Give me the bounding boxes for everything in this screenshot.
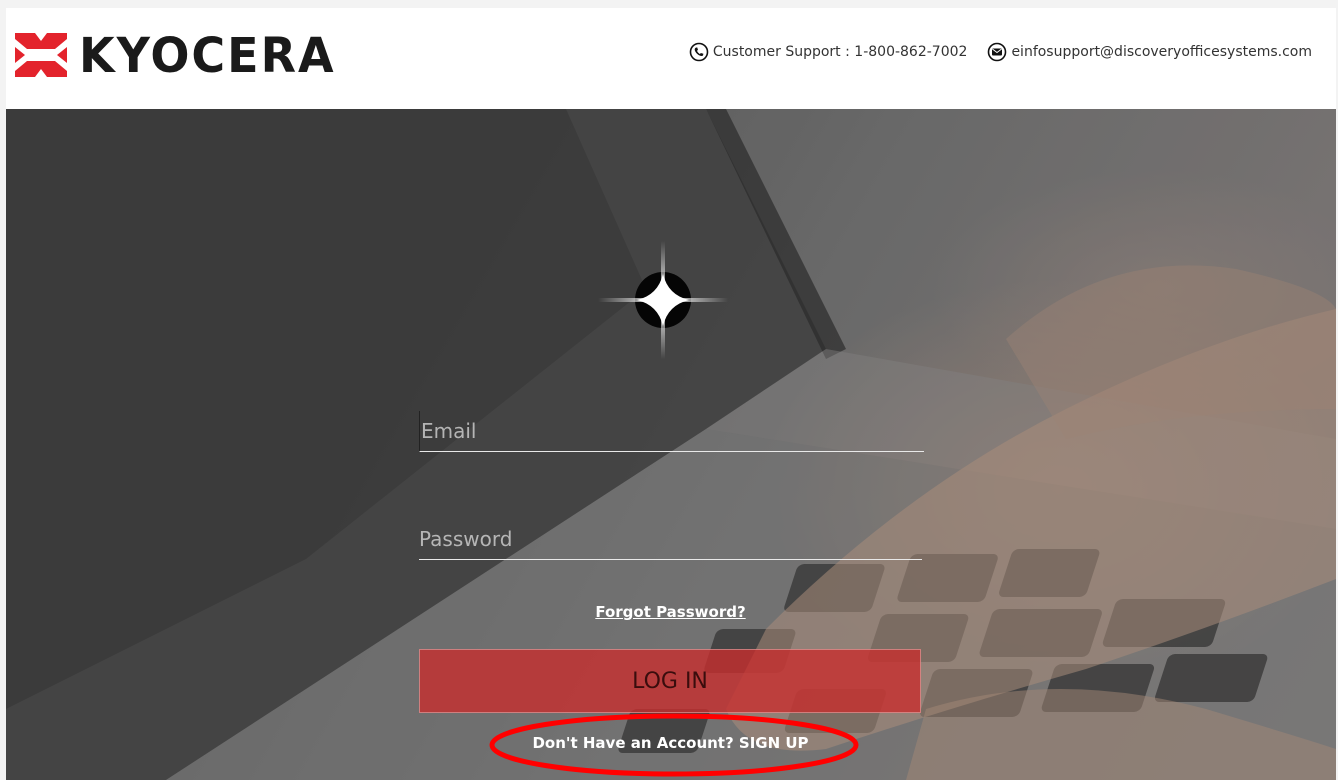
support-email[interactable]: einfosupport@discoveryofficesystems.com [987,42,1312,62]
support-email-link[interactable]: einfosupport@discoveryofficesystems.com [1011,44,1312,60]
password-input[interactable] [419,519,922,560]
site-header: KYOCERA Customer Support : 1-800-862-700… [6,8,1336,109]
highlight-ellipse [489,713,859,777]
logo-wordmark: KYOCERA [79,26,336,84]
hero-background: Forgot Password? LOG IN Don't Have an Ac… [6,109,1336,780]
email-input[interactable] [419,411,924,452]
support-phone: Customer Support : 1-800-862-7002 [689,42,968,62]
support-phone-text: Customer Support : 1-800-862-7002 [712,44,968,60]
page-frame: KYOCERA Customer Support : 1-800-862-700… [6,8,1336,780]
login-button[interactable]: LOG IN [419,649,921,713]
kyocera-logo[interactable]: KYOCERA [13,24,336,86]
sparkle-logo-icon [598,241,728,359]
phone-icon [689,42,709,62]
mail-icon [988,42,1007,62]
contact-info: Customer Support : 1-800-862-7002 einfos… [689,42,1312,62]
kyocera-logo-mark-icon [15,33,67,77]
forgot-password-link[interactable]: Forgot Password? [419,603,922,621]
